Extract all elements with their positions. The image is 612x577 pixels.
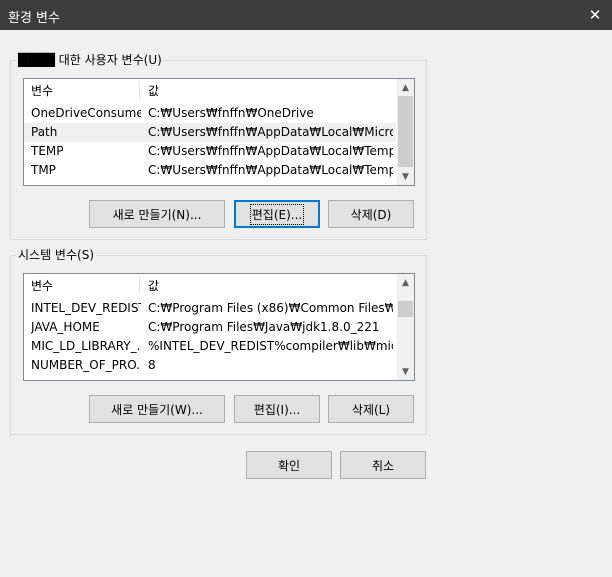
vertical-scrollbar[interactable]: ▲ ▼ xyxy=(397,79,414,185)
user-delete-button[interactable]: 삭제(D) xyxy=(328,200,414,228)
scrollbar-thumb[interactable] xyxy=(398,96,413,167)
system-variables-label: 시스템 변수(S) xyxy=(16,248,96,262)
variable-name: TMP xyxy=(31,163,56,177)
table-row[interactable]: INTEL_DEV_REDIST C:₩Program Files (x86)₩… xyxy=(24,299,396,318)
vertical-scrollbar[interactable]: ▲ ▼ xyxy=(397,274,414,380)
table-row[interactable]: MIC_LD_LIBRARY_... %INTEL_DEV_REDIST%com… xyxy=(24,337,396,356)
column-header-name[interactable]: 변수 xyxy=(31,277,53,294)
user-variables-list[interactable]: 변수 값 OneDriveConsumer C:₩Users₩fnffn₩One… xyxy=(23,78,415,186)
title-bar: 환경 변수 ✕ xyxy=(0,0,612,30)
chevron-down-icon[interactable]: ▼ xyxy=(397,168,414,185)
cancel-button[interactable]: 취소 xyxy=(340,451,426,479)
variable-name: JAVA_HOME xyxy=(31,320,100,334)
variable-value: %INTEL_DEV_REDIST%compiler₩lib₩mic xyxy=(148,339,393,353)
cancel-button-label: 취소 xyxy=(371,458,395,473)
variable-name: TEMP xyxy=(31,144,64,158)
user-new-button-label: 새로 만들기(N)... xyxy=(112,207,202,222)
variable-value: C:₩Users₩fnffn₩AppData₩Local₩Microsof... xyxy=(148,125,393,139)
variable-value: 8 xyxy=(148,358,156,372)
table-row[interactable]: NUMBER_OF_PRO... 8 xyxy=(24,356,396,375)
scrollbar-thumb[interactable] xyxy=(398,301,413,317)
system-delete-button[interactable]: 삭제(L) xyxy=(328,395,414,423)
table-row[interactable]: TMP C:₩Users₩fnffn₩AppData₩Local₩Temp xyxy=(24,161,396,180)
column-header-name[interactable]: 변수 xyxy=(31,82,53,99)
table-row[interactable]: TEMP C:₩Users₩fnffn₩AppData₩Local₩Temp xyxy=(24,142,396,161)
ok-button-label: 확인 xyxy=(277,458,301,473)
chevron-up-icon[interactable]: ▲ xyxy=(397,79,414,96)
list-header: 변수 값 xyxy=(24,79,414,99)
variable-name: INTEL_DEV_REDIST xyxy=(31,301,141,315)
variable-value: C:₩Users₩fnffn₩OneDrive xyxy=(148,106,314,120)
column-header-value[interactable]: 값 xyxy=(148,82,159,99)
list-header: 변수 값 xyxy=(24,274,414,294)
system-delete-button-label: 삭제(L) xyxy=(351,402,391,417)
user-new-button[interactable]: 새로 만들기(N)... xyxy=(89,200,225,228)
close-icon: ✕ xyxy=(588,6,602,24)
ok-button[interactable]: 확인 xyxy=(246,451,332,479)
variable-value: C:₩Users₩fnffn₩AppData₩Local₩Temp xyxy=(148,163,393,177)
variable-value: C:₩Users₩fnffn₩AppData₩Local₩Temp xyxy=(148,144,393,158)
system-new-button[interactable]: 새로 만들기(W)... xyxy=(89,395,225,423)
chevron-up-icon[interactable]: ▲ xyxy=(397,274,414,291)
user-delete-button-label: 삭제(D) xyxy=(350,207,392,222)
table-row-selected[interactable]: Path C:₩Users₩fnffn₩AppData₩Local₩Micros… xyxy=(24,123,396,142)
variable-name: NUMBER_OF_PRO... xyxy=(31,358,141,372)
system-edit-button-label: 편집(I)... xyxy=(253,402,301,417)
user-edit-button-label: 편집(E)... xyxy=(249,203,305,225)
user-variables-label: ████ 대한 사용자 변수(U) xyxy=(16,53,164,67)
variable-value: C:₩Program Files (x86)₩Common Files₩In..… xyxy=(148,301,393,315)
column-header-value[interactable]: 값 xyxy=(148,277,159,294)
system-new-button-label: 새로 만들기(W)... xyxy=(111,402,203,417)
column-separator[interactable] xyxy=(139,81,140,99)
table-row[interactable]: OneDriveConsumer C:₩Users₩fnffn₩OneDrive xyxy=(24,104,396,123)
column-separator[interactable] xyxy=(139,276,140,294)
close-button[interactable]: ✕ xyxy=(578,0,612,30)
variable-value: C:₩Program Files₩Java₩jdk1.8.0_221 xyxy=(148,320,380,334)
variable-name: MIC_LD_LIBRARY_... xyxy=(31,339,141,353)
window-title: 환경 변수 xyxy=(8,11,60,26)
variable-name: Path xyxy=(31,125,58,139)
user-edit-button[interactable]: 편집(E)... xyxy=(234,200,320,228)
variable-name: OneDriveConsumer xyxy=(31,106,141,120)
table-row[interactable]: JAVA_HOME C:₩Program Files₩Java₩jdk1.8.0… xyxy=(24,318,396,337)
system-edit-button[interactable]: 편집(I)... xyxy=(234,395,320,423)
chevron-down-icon[interactable]: ▼ xyxy=(397,363,414,380)
system-variables-list[interactable]: 변수 값 INTEL_DEV_REDIST C:₩Program Files (… xyxy=(23,273,415,381)
